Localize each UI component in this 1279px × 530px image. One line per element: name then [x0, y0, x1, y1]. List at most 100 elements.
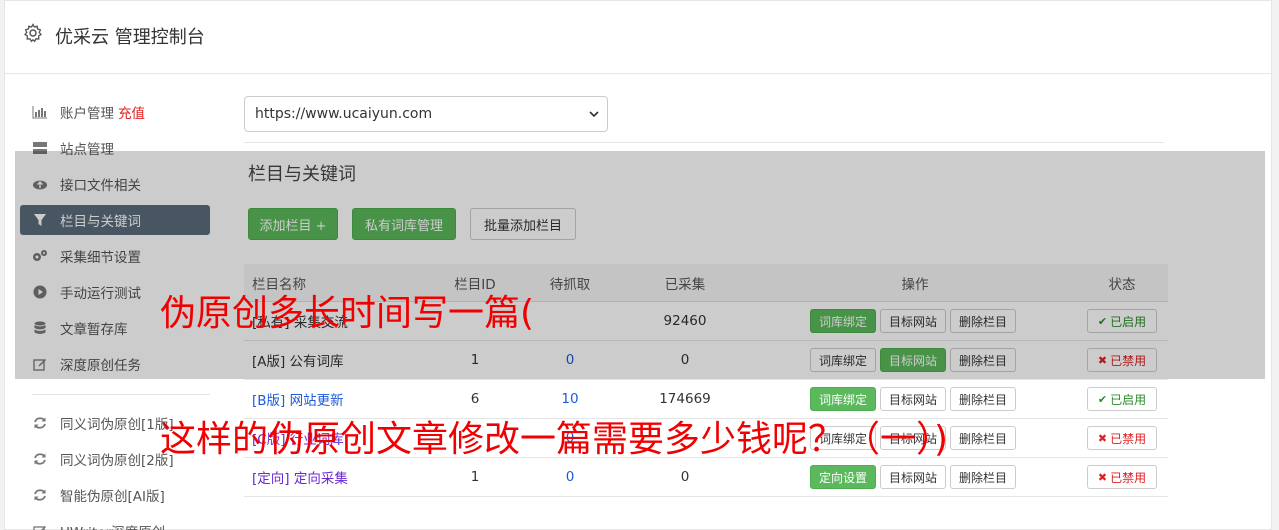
status-label: 已启用 [1110, 392, 1147, 407]
target-site-button[interactable]: 目标网站 [879, 348, 946, 372]
row-done: 174669 [659, 391, 711, 407]
lexicon-bind-button[interactable]: 词库绑定 [809, 309, 876, 333]
filter-icon [32, 212, 48, 228]
status-toggle[interactable]: ✔ 已启用 [1086, 387, 1158, 411]
row-status: ✖ 已禁用 [1082, 341, 1162, 379]
row-done: 0 [680, 352, 690, 368]
bar-chart-icon [32, 104, 48, 120]
sidebar-item-label: 接口文件相关 [60, 178, 141, 194]
row-ops: 词库绑定 目标网站 删除栏目 [804, 341, 1026, 379]
row-ops: 定向设置 目标网站 删除栏目 [804, 458, 1026, 496]
sidebar-item-ai-rewrite[interactable]: 智能伪原创[AI版] [20, 477, 210, 513]
private-lexicon-button[interactable]: 私有词库管理 [352, 208, 456, 240]
row-done: 92460 [663, 313, 707, 329]
row-status: ✖ 已禁用 [1082, 419, 1162, 457]
gear-icon [24, 23, 42, 43]
row-status: ✖ 已禁用 [1082, 458, 1162, 496]
edit-icon [32, 356, 48, 372]
directed-settings-button[interactable]: 定向设置 [809, 465, 876, 489]
page-title: 优采云 管理控制台 [55, 27, 205, 48]
row-wait [530, 302, 610, 340]
sidebar-item-label: 手动运行测试 [60, 286, 141, 302]
status-toggle[interactable]: ✖ 已禁用 [1086, 426, 1158, 450]
sidebar-item-deep-original[interactable]: 深度原创任务 [20, 346, 210, 382]
target-site-button[interactable]: 目标网站 [879, 465, 946, 489]
row-name[interactable]: [B版] 网站更新 [252, 380, 344, 418]
sidebar-item-label: 文章暂存库 [60, 322, 128, 338]
sidebar-item-label: 采集细节设置 [60, 250, 141, 266]
target-site-button[interactable]: 目标网站 [879, 309, 946, 333]
row-status: ✔ 已启用 [1082, 302, 1162, 340]
row-status: ✔ 已启用 [1082, 380, 1162, 418]
sidebar-item-label: 智能伪原创[AI版] [60, 489, 165, 505]
row-wait: 10 [561, 391, 579, 407]
lexicon-bind-button[interactable]: 词库绑定 [809, 348, 876, 372]
add-column-button[interactable]: 添加栏目 + [248, 208, 338, 240]
sidebar-item-label: 同义词伪原创[2版] [60, 453, 174, 469]
row-id: 6 [470, 391, 480, 407]
refresh-icon [32, 415, 48, 431]
status-toggle[interactable]: ✖ 已禁用 [1086, 465, 1158, 489]
section-title: 栏目与关键词 [248, 164, 356, 185]
lexicon-bind-button[interactable]: 词库绑定 [809, 387, 876, 411]
th-done: 已采集 [664, 276, 706, 293]
sidebar-item-uwriter[interactable]: UWriter深度原创 [20, 513, 210, 530]
table-row: [A版] 公有词库 1 0 0 词库绑定 目标网站 删除栏目 ✖ 已禁用 [244, 341, 1168, 380]
delete-column-button[interactable]: 删除栏目 [950, 309, 1017, 333]
refresh-icon [32, 487, 48, 503]
sidebar-item-columns[interactable]: 栏目与关键词 [20, 205, 210, 235]
chevron-down-icon [589, 111, 599, 118]
edit-icon [32, 523, 48, 530]
status-toggle[interactable]: ✔ 已启用 [1086, 309, 1158, 333]
table-row: [B版] 网站更新 6 10 174669 词库绑定 目标网站 删除栏目 ✔ 已启… [244, 380, 1168, 419]
th-wait: 待抓取 [549, 276, 591, 293]
play-circle-icon [32, 284, 48, 300]
check-icon: ✔ [1097, 314, 1108, 328]
overlay-subheadline: 这样的伪原创文章修改一篇需要多少钱呢？（一）) [160, 419, 949, 460]
database-icon [32, 320, 48, 336]
cogs-icon [32, 248, 48, 264]
recharge-link[interactable]: 充值 [118, 102, 145, 122]
sidebar-item-account[interactable]: 账户管理 充值 [20, 94, 210, 130]
row-wait: 0 [565, 469, 575, 485]
row-id: 1 [470, 352, 480, 368]
divider [244, 142, 1164, 143]
x-icon: ✖ [1097, 431, 1108, 445]
delete-column-button[interactable]: 删除栏目 [950, 387, 1017, 411]
row-wait: 0 [565, 352, 575, 368]
header: 优采云 管理控制台 [5, 1, 1271, 74]
sidebar-divider [32, 394, 210, 395]
sidebar-item-collect-settings[interactable]: 采集细节设置 [20, 238, 210, 274]
batch-add-button[interactable]: 批量添加栏目 [470, 208, 576, 240]
sidebar-item-label: 栏目与关键词 [60, 214, 141, 230]
status-toggle[interactable]: ✖ 已禁用 [1086, 348, 1158, 372]
row-done: 0 [680, 469, 690, 485]
x-icon: ✖ [1097, 470, 1108, 484]
sidebar-item-interface[interactable]: 接口文件相关 [20, 166, 210, 202]
delete-column-button[interactable]: 删除栏目 [950, 426, 1017, 450]
status-label: 已禁用 [1110, 431, 1147, 446]
row-ops: 词库绑定 目标网站 删除栏目 [804, 302, 1026, 340]
overlay-headline: 伪原创多长时间写一篇( [160, 293, 535, 334]
th-status: 状态 [1108, 276, 1136, 293]
x-icon: ✖ [1097, 353, 1108, 367]
row-name[interactable]: [定向] 定向采集 [252, 458, 348, 496]
th-op: 操作 [901, 276, 929, 293]
refresh-icon [32, 451, 48, 467]
table-row: [定向] 定向采集 1 0 0 定向设置 目标网站 删除栏目 ✖ 已禁用 [244, 458, 1168, 497]
site-select[interactable]: https://www.ucaiyun.com [244, 96, 608, 132]
sidebar-item-label: 同义词伪原创[1版] [60, 417, 174, 433]
row-id: 1 [470, 469, 480, 485]
delete-column-button[interactable]: 删除栏目 [950, 348, 1017, 372]
sidebar-item-label: 账户管理 [60, 106, 114, 122]
delete-column-button[interactable]: 删除栏目 [950, 465, 1017, 489]
row-ops: 词库绑定 目标网站 删除栏目 [804, 380, 1026, 418]
main-content: https://www.ucaiyun.com 栏目与关键词 添加栏目 + 私有… [244, 96, 1169, 497]
row-name[interactable]: [A版] 公有词库 [252, 341, 344, 379]
site-select-value: https://www.ucaiyun.com [255, 106, 433, 122]
sidebar-item-label: UWriter深度原创 [60, 521, 165, 530]
cloud-upload-icon [32, 176, 48, 192]
server-icon [32, 140, 48, 156]
sidebar-item-sites[interactable]: 站点管理 [20, 130, 210, 166]
target-site-button[interactable]: 目标网站 [879, 387, 946, 411]
